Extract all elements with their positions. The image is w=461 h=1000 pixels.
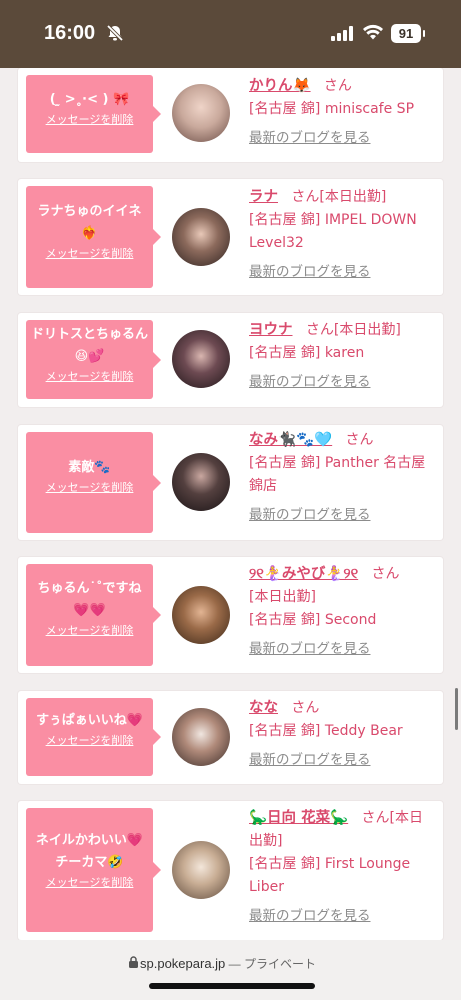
cast-info: ୨୧🧜‍♀️みやび🧜‍♀️୨୧ さん [本日出勤] [名古屋 錦] Second…: [249, 563, 439, 661]
cast-info: かりん🦊 さん [名古屋 錦] miniscafe SP 最新のブログを見る: [249, 75, 439, 150]
cast-name-link[interactable]: ୨୧🧜‍♀️みやび🧜‍♀️୨୧: [249, 566, 358, 582]
avatar[interactable]: [172, 84, 230, 142]
honorific: さん: [323, 78, 352, 94]
shop-line: [名古屋 錦] Second: [249, 612, 377, 628]
cast-name-link[interactable]: なみ🐈‍⬛🐾🩵: [249, 432, 332, 448]
cast-info: なみ🐈‍⬛🐾🩵 さん [名古屋 錦] Panther 名古屋 錦店 最新のブログ…: [249, 429, 439, 527]
message-text: ラナちゅのイイネ ❤️‍🔥: [37, 204, 142, 241]
shop-line: Level32: [249, 235, 304, 251]
url-text: sp.pokepara.jp — プライベート: [140, 955, 316, 972]
message-text: ( ̫ >˳⋅< ) 🎀: [49, 92, 130, 107]
latest-blog-link[interactable]: 最新のブログを見る: [249, 371, 439, 394]
message-text: 素敵🐾: [68, 460, 111, 475]
message-text: ドリトスとちゅるん😆💕: [31, 327, 149, 364]
message-card: ネイルかわいい💗チーカマ🤣 メッセージを削除 🦕日向 花菜🦕 さん[本日 出勤]…: [18, 801, 443, 940]
message-bubble: ちゅるん˙˚ですね 💗💗 メッセージを削除: [26, 564, 161, 666]
cast-info: 🦕日向 花菜🦕 さん[本日 出勤] [名古屋 錦] First Lounge L…: [249, 807, 439, 928]
attendance-line: [本日出勤]: [249, 589, 316, 605]
cast-info: ラナ さん[本日出勤] [名古屋 錦] IMPEL DOWN Level32 最…: [249, 186, 439, 284]
latest-blog-link[interactable]: 最新のブログを見る: [249, 638, 439, 661]
delete-message-link[interactable]: メッセージを削除: [26, 734, 153, 748]
message-text: ちゅるん˙˚ですね 💗💗: [37, 581, 142, 618]
shop-line: [名古屋 錦] miniscafe SP: [249, 101, 415, 117]
message-bubble: すぅぱぁいいね💗 メッセージを削除: [26, 698, 161, 776]
shop-line: 錦店: [249, 478, 277, 494]
avatar[interactable]: [172, 208, 230, 266]
delete-message-link[interactable]: メッセージを削除: [26, 370, 153, 384]
delete-message-link[interactable]: メッセージを削除: [26, 113, 153, 127]
shop-line: Liber: [249, 879, 284, 895]
message-card: ラナちゅのイイネ ❤️‍🔥 メッセージを削除 ラナ さん[本日出勤] [名古屋 …: [18, 179, 443, 295]
battery-indicator: 91: [391, 24, 425, 43]
shop-line: [名古屋 錦] Panther 名古屋: [249, 455, 426, 471]
message-text: ネイルかわいい💗チーカマ🤣: [35, 833, 144, 870]
shop-line: [名古屋 錦] karen: [249, 345, 365, 361]
home-indicator[interactable]: [149, 983, 315, 989]
message-text: すぅぱぁいいね💗: [36, 713, 143, 728]
delete-message-link[interactable]: メッセージを削除: [26, 624, 153, 638]
honorific: さん: [361, 810, 390, 826]
attendance-line: 出勤]: [249, 833, 283, 849]
bell-off-icon: [106, 24, 124, 46]
shop-line: [名古屋 錦] First Lounge: [249, 856, 411, 872]
attendance-badge: [本日出勤]: [333, 322, 401, 338]
message-card: すぅぱぁいいね💗 メッセージを削除 なな さん [名古屋 錦] Teddy Be…: [18, 691, 443, 784]
cast-name-link[interactable]: ヨウナ: [249, 322, 293, 338]
message-bubble: ラナちゅのイイネ ❤️‍🔥 メッセージを削除: [26, 186, 161, 288]
status-time: 16:00: [44, 22, 96, 44]
avatar[interactable]: [172, 586, 230, 644]
honorific: さん: [345, 432, 374, 448]
status-bar: 16:00 91: [0, 0, 461, 68]
cast-name-link[interactable]: なな: [249, 700, 278, 716]
message-card: ( ̫ >˳⋅< ) 🎀 メッセージを削除 かりん🦊 さん [名古屋 錦] mi…: [18, 68, 443, 162]
message-bubble: ネイルかわいい💗チーカマ🤣 メッセージを削除: [26, 808, 161, 932]
avatar[interactable]: [172, 708, 230, 766]
message-card: ドリトスとちゅるん😆💕 メッセージを削除 ヨウナ さん[本日出勤] [名古屋 錦…: [18, 313, 443, 407]
latest-blog-link[interactable]: 最新のブログを見る: [249, 905, 439, 928]
cast-name-link[interactable]: ラナ: [249, 189, 278, 205]
message-feed[interactable]: ( ̫ >˳⋅< ) 🎀 メッセージを削除 かりん🦊 さん [名古屋 錦] mi…: [0, 68, 461, 940]
message-bubble: 素敵🐾 メッセージを削除: [26, 432, 161, 533]
shop-line: [名古屋 錦] IMPEL DOWN: [249, 212, 417, 228]
honorific: さん: [305, 322, 334, 338]
cast-info: ヨウナ さん[本日出勤] [名古屋 錦] karen 最新のブログを見る: [249, 319, 439, 394]
message-card: 素敵🐾 メッセージを削除 なみ🐈‍⬛🐾🩵 さん [名古屋 錦] Panther …: [18, 425, 443, 540]
latest-blog-link[interactable]: 最新のブログを見る: [249, 504, 439, 527]
avatar[interactable]: [172, 841, 230, 899]
delete-message-link[interactable]: メッセージを削除: [26, 247, 153, 261]
delete-message-link[interactable]: メッセージを削除: [26, 481, 153, 495]
shop-line: [名古屋 錦] Teddy Bear: [249, 723, 403, 739]
lock-icon: [129, 956, 138, 971]
signal-icon: [331, 26, 355, 45]
scrollbar-thumb[interactable]: [455, 688, 458, 730]
wifi-icon: [362, 24, 384, 45]
cast-info: なな さん [名古屋 錦] Teddy Bear 最新のブログを見る: [249, 697, 439, 772]
latest-blog-link[interactable]: 最新のブログを見る: [249, 749, 439, 772]
cast-name-link[interactable]: 🦕日向 花菜🦕: [249, 810, 348, 826]
url-domain: sp.pokepara.jp: [140, 956, 226, 971]
latest-blog-link[interactable]: 最新のブログを見る: [249, 127, 439, 150]
delete-message-link[interactable]: メッセージを削除: [26, 876, 153, 890]
browser-url-bar[interactable]: sp.pokepara.jp — プライベート: [0, 940, 461, 1000]
latest-blog-link[interactable]: 最新のブログを見る: [249, 261, 439, 284]
honorific: さん: [291, 700, 320, 716]
cast-name-link[interactable]: かりん🦊: [249, 78, 311, 94]
avatar[interactable]: [172, 330, 230, 388]
message-card: ちゅるん˙˚ですね 💗💗 メッセージを削除 ୨୧🧜‍♀️みやび🧜‍♀️୨୧ さん…: [18, 557, 443, 673]
avatar[interactable]: [172, 453, 230, 511]
message-bubble: ドリトスとちゅるん😆💕 メッセージを削除: [26, 320, 161, 399]
attendance-badge: [本日: [389, 810, 423, 826]
attendance-badge: [本日出勤]: [319, 189, 387, 205]
honorific: さん: [291, 189, 320, 205]
honorific: さん: [371, 566, 400, 582]
message-bubble: ( ̫ >˳⋅< ) 🎀 メッセージを削除: [26, 75, 161, 153]
private-label: — プライベート: [225, 957, 316, 971]
